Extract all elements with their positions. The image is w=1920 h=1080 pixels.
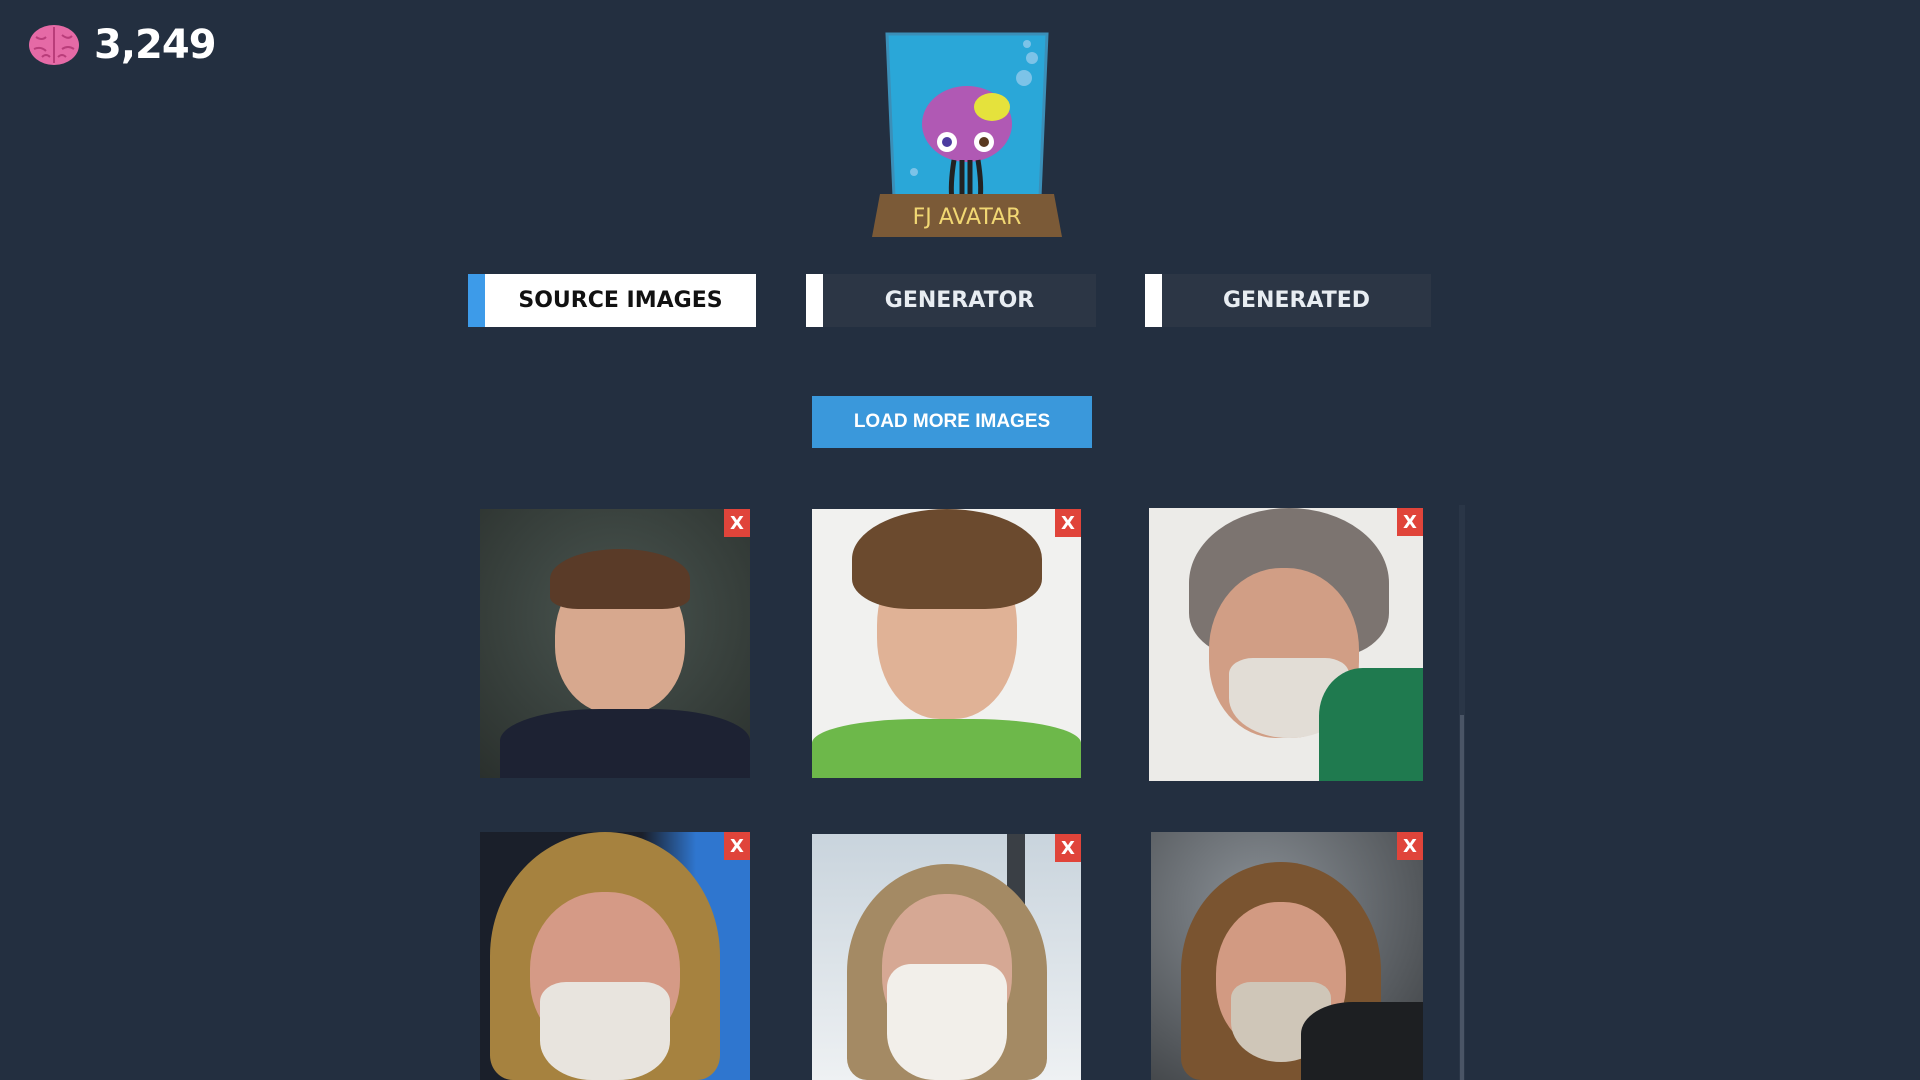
logo-text: FJ AVATAR [913,205,1022,230]
source-image [1151,832,1423,1080]
score-value: 3,249 [94,22,217,68]
source-image-card[interactable]: X [480,509,750,778]
tab-generated[interactable]: GENERATED [1145,274,1431,327]
remove-image-button[interactable]: X [1055,834,1081,862]
source-image-card[interactable]: X [1149,508,1423,781]
remove-image-button[interactable]: X [724,509,750,537]
tab-label: GENERATOR [884,288,1035,313]
brain-icon [29,25,79,65]
remove-image-button[interactable]: X [1397,508,1423,536]
tab-label: GENERATED [1222,288,1371,313]
tab-label: SOURCE IMAGES [518,288,723,313]
tab-indicator [1145,274,1162,327]
source-image [480,509,750,778]
source-image [1149,508,1423,781]
tab-source-images[interactable]: SOURCE IMAGES [468,274,756,327]
tab-generator[interactable]: GENERATOR [806,274,1096,327]
source-image-card[interactable]: X [812,509,1081,778]
source-image-card[interactable]: X [812,834,1081,1080]
source-image [812,834,1081,1080]
fj-avatar-logo: FJ AVATAR [872,32,1062,237]
source-image [480,832,750,1080]
remove-image-button[interactable]: X [724,832,750,860]
tab-indicator [468,274,485,327]
source-image [812,509,1081,778]
source-image-card[interactable]: X [480,832,750,1080]
scrollbar-thumb[interactable] [1460,715,1464,1080]
load-more-images-button[interactable]: LOAD MORE IMAGES [812,396,1092,448]
tab-indicator [806,274,823,327]
score-display: 3,249 [28,22,217,68]
remove-image-button[interactable]: X [1397,832,1423,860]
source-image-card[interactable]: X [1151,832,1423,1080]
remove-image-button[interactable]: X [1055,509,1081,537]
